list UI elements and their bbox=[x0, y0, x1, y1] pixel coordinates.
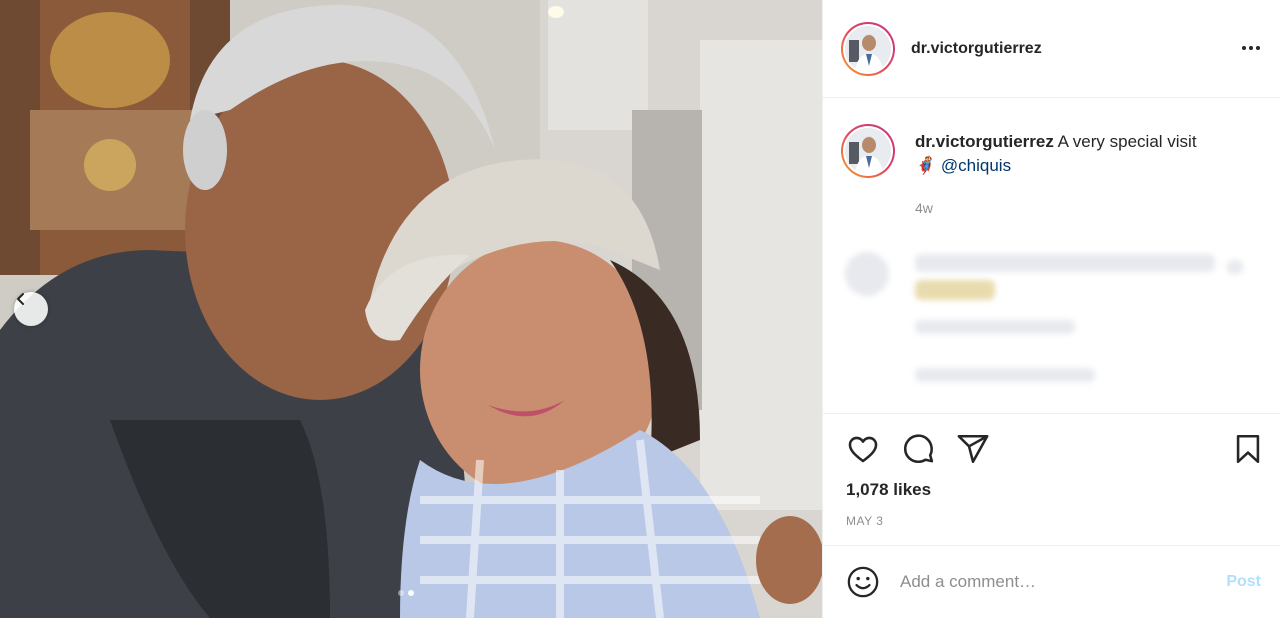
post-header: dr.victorgutierrez bbox=[823, 0, 1280, 98]
post-comment-button[interactable]: Post bbox=[1226, 573, 1261, 591]
blurred-comment bbox=[841, 240, 1261, 405]
blurred-text bbox=[915, 254, 1215, 272]
chevron-left-icon bbox=[17, 293, 24, 305]
comment-form: Post bbox=[823, 545, 1280, 618]
avatar[interactable] bbox=[841, 21, 895, 76]
blurred-heart bbox=[1227, 260, 1243, 274]
carousel-indicator bbox=[398, 590, 414, 596]
post-date[interactable]: MAY 3 bbox=[846, 514, 883, 528]
caption: dr.victorgutierrez A very special visit … bbox=[841, 124, 1245, 178]
smiley-icon-svg bbox=[847, 566, 879, 598]
carousel-dot-active bbox=[408, 590, 414, 596]
blurred-emoji bbox=[915, 280, 995, 300]
blurred-meta bbox=[915, 320, 1075, 334]
avatar-image bbox=[845, 128, 891, 174]
post-actions: 1,078 likes MAY 3 bbox=[823, 413, 1280, 545]
more-options-icon[interactable] bbox=[1239, 36, 1263, 60]
blurred-avatar bbox=[845, 252, 889, 296]
caption-time: 4w bbox=[915, 200, 933, 216]
comment-bubble-icon[interactable] bbox=[901, 432, 935, 466]
header-username[interactable]: dr.victorgutierrez bbox=[911, 40, 1042, 58]
blurred-replies bbox=[915, 368, 1095, 382]
bookmark-icon[interactable] bbox=[1231, 432, 1265, 466]
heart-icon[interactable] bbox=[846, 432, 880, 466]
avatar-image bbox=[845, 25, 891, 72]
photo-illustration bbox=[0, 0, 822, 618]
paper-plane-icon[interactable] bbox=[956, 432, 990, 466]
carousel-dot bbox=[398, 590, 404, 596]
caption-avatar[interactable] bbox=[841, 124, 895, 178]
caption-body: A very special visit bbox=[1057, 132, 1197, 151]
caption-text: dr.victorgutierrez A very special visit … bbox=[915, 130, 1245, 178]
comment-input[interactable] bbox=[900, 572, 1200, 592]
caption-username[interactable]: dr.victorgutierrez bbox=[915, 132, 1054, 151]
post-photo bbox=[0, 0, 822, 618]
caption-emoji: 🦸 bbox=[915, 156, 937, 175]
likes-count[interactable]: 1,078 likes bbox=[846, 480, 931, 500]
comments-area: dr.victorgutierrez A very special visit … bbox=[823, 98, 1280, 413]
smiley-icon[interactable] bbox=[846, 565, 880, 599]
post-side-panel: dr.victorgutierrez dr.victorgutierrez A … bbox=[822, 0, 1280, 618]
carousel-prev-button[interactable] bbox=[14, 292, 48, 326]
mention-link[interactable]: @chiquis bbox=[941, 156, 1011, 175]
